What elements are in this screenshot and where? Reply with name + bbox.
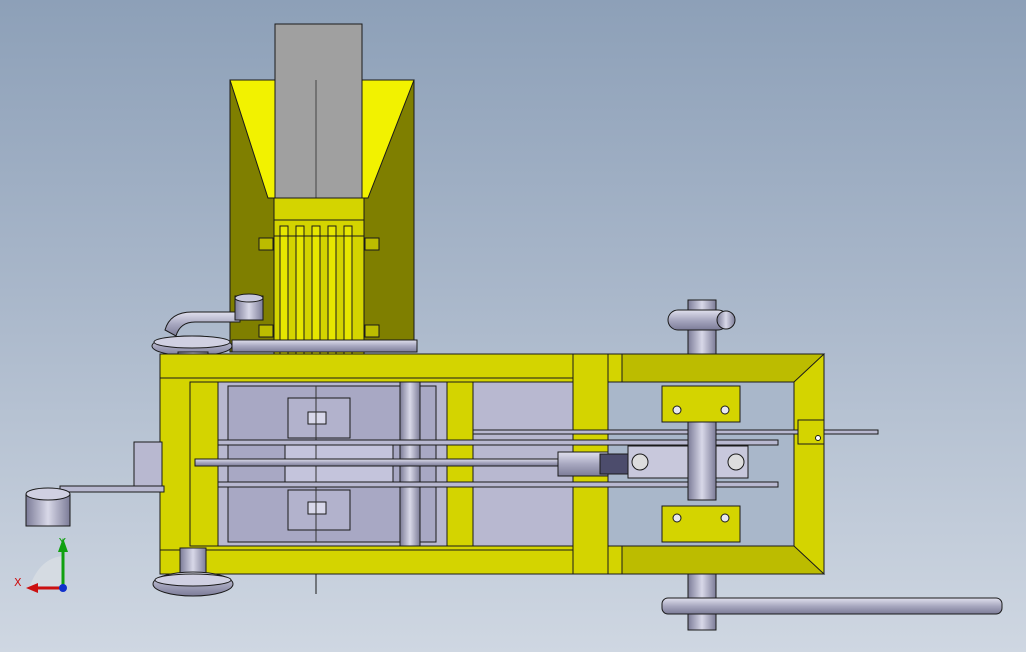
hopper-collar — [273, 197, 365, 221]
machine-drawing: Y X — [14, 23, 1003, 631]
bracket-tab — [258, 324, 274, 338]
bearing-block-bottom — [661, 505, 741, 543]
axis-x-label: X — [14, 576, 22, 589]
bearing-block-top — [661, 385, 741, 423]
side-plate — [133, 441, 163, 489]
push-rod — [194, 458, 576, 467]
roller-top — [25, 487, 71, 501]
bracket-tab — [364, 237, 380, 251]
crank-shaft — [687, 419, 717, 501]
cad-viewport[interactable]: Y X — [0, 0, 1026, 652]
z-axis-dot — [59, 584, 67, 592]
cross-rod — [231, 339, 418, 353]
axis-y-label: Y — [58, 536, 66, 549]
frame-shade-right — [621, 353, 826, 383]
bottom-crossbar — [661, 597, 1003, 615]
bracket-tab — [258, 237, 274, 251]
bracket-tab — [364, 324, 380, 338]
main-frame — [159, 353, 879, 575]
arm — [59, 485, 165, 493]
triad-plane-shadow — [30, 556, 63, 586]
bent-pipe — [164, 311, 241, 337]
end-bracket — [797, 419, 825, 445]
hopper-chute — [274, 23, 363, 199]
axis-triad: Y X — [14, 536, 68, 593]
